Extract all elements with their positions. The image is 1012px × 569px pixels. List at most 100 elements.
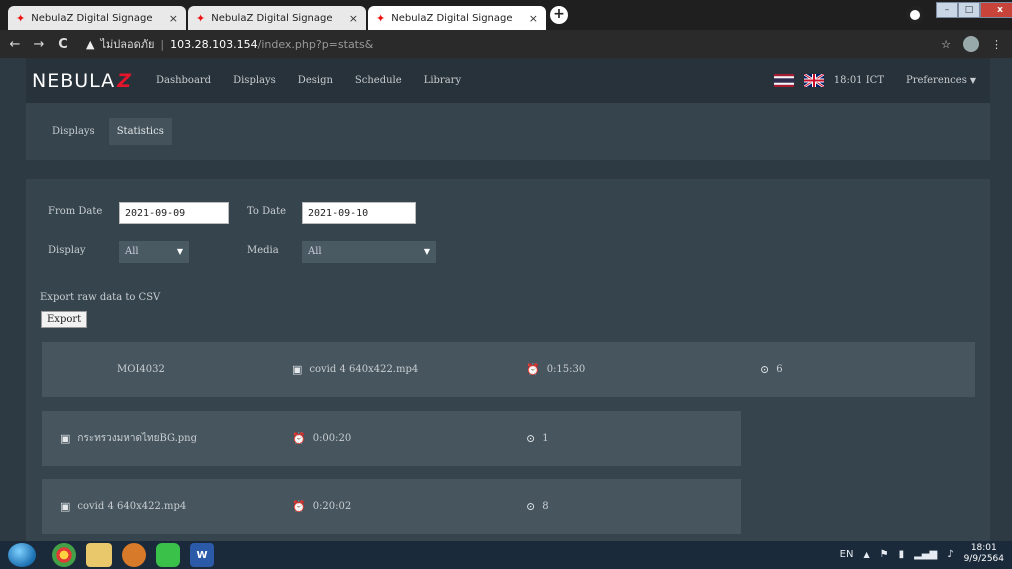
window-controls: – □ x [936,2,1012,18]
main-navbar: NEBULA Z Dashboard Displays Design Sched… [26,58,990,103]
subtab-displays[interactable]: Displays [44,118,103,145]
display-select-value: All [125,246,139,257]
address-bar: ← → C ▲ ไม่ปลอดภัย | 103.28.103.154 /ind… [0,30,1012,58]
main-menu: Dashboard Displays Design Schedule Libra… [156,75,461,86]
row-count: ⊙ 8 [526,479,549,534]
row-duration-value: 0:20:02 [312,501,352,512]
tab-close-icon[interactable]: × [529,12,538,25]
summary-duration-value: 0:15:30 [546,364,586,375]
preferences-label: Preferences [906,75,967,86]
tab-title: NebulaZ Digital Signage [211,12,333,24]
row-duration-value: 0:00:20 [312,433,352,444]
language-indicator[interactable]: EN [840,549,854,560]
app-viewport: NEBULA Z Dashboard Displays Design Sched… [0,58,1012,541]
thai-flag-icon[interactable] [773,74,794,87]
nebulaz-favicon-icon: ✦ [376,11,386,25]
row-count-value: 1 [542,433,549,444]
profile-icon[interactable] [906,6,924,24]
menu-library[interactable]: Library [424,75,461,86]
clock-date: 9/9/2564 [963,554,1004,564]
alarm-clock-icon: ⏰ [526,363,540,376]
close-window-button[interactable]: x [980,2,1012,18]
browser-tab-3[interactable]: ✦ NebulaZ Digital Signage × [368,6,546,30]
system-tray: EN ▲ ⚑ ▮ ▂▄▆ ♪ 18:01 9/9/2564 [840,543,1004,565]
signal-icon[interactable]: ▂▄▆ [914,549,937,560]
current-time: 18:01 ICT [833,75,884,86]
minimize-button[interactable]: – [936,2,958,18]
display-name: MOI4032 [117,364,165,375]
nebulaz-favicon-icon: ✦ [16,11,26,25]
navbar-right: 18:01 ICT Preferences ▼ [773,58,976,103]
uk-flag-icon[interactable] [803,74,824,87]
nebulaz-favicon-icon: ✦ [196,11,206,25]
extension-icon[interactable] [963,36,979,52]
media-row[interactable]: ▣ covid 4 640x422.mp4 ⏰ 0:20:02 ⊙ 8 [42,479,741,534]
tab-title: NebulaZ Digital Signage [391,12,513,24]
tab-close-icon[interactable]: × [169,12,178,25]
address-bar-actions: ☆ ⋮ [941,36,1002,52]
maximize-button[interactable]: □ [958,2,980,18]
row-duration: ⏰ 0:00:20 [292,411,351,466]
display-label: Display [48,245,86,256]
warning-icon[interactable]: ▲ [86,38,94,51]
chevron-down-icon: ▼ [176,247,183,256]
sub-navigation: Displays Statistics [26,103,990,160]
row-count-value: 8 [542,501,549,512]
file-explorer-taskbar-icon[interactable] [86,543,112,567]
forward-icon[interactable]: → [30,37,48,52]
browser-tab-2[interactable]: ✦ NebulaZ Digital Signage × [188,6,366,30]
app-container: NEBULA Z Dashboard Displays Design Sched… [26,58,990,541]
flag-icon[interactable]: ⚑ [880,549,889,560]
summary-count-value: 6 [776,364,783,375]
volume-icon[interactable]: ♪ [947,549,953,560]
export-label: Export raw data to CSV [40,292,161,303]
browser-menu-icon[interactable]: ⋮ [991,38,1002,51]
windows-taskbar: W EN ▲ ⚑ ▮ ▂▄▆ ♪ 18:01 9/9/2564 [0,541,1012,569]
media-row[interactable]: ▣ กระทรวงมหาดไทยBG.png ⏰ 0:00:20 ⊙ 1 [42,411,741,466]
show-hidden-icons-icon[interactable]: ▲ [863,550,869,559]
bookmark-star-icon[interactable]: ☆ [941,38,951,51]
reload-icon[interactable]: C [54,37,72,52]
to-date-input[interactable]: 2021-09-10 [302,202,416,224]
summary-count: ⊙ 6 [760,342,783,397]
menu-dashboard[interactable]: Dashboard [156,75,211,86]
subtab-statistics[interactable]: Statistics [108,118,172,145]
target-icon: ⊙ [760,363,770,376]
line-taskbar-icon[interactable] [156,543,180,567]
start-button[interactable] [8,543,36,567]
summary-duration: ⏰ 0:15:30 [526,342,585,397]
new-tab-button[interactable]: + [550,6,568,24]
row-count: ⊙ 1 [526,411,549,466]
export-button[interactable]: Export [41,311,88,328]
from-date-label: From Date [48,206,103,217]
row-media-name: covid 4 640x422.mp4 [77,501,187,512]
summary-media-name: covid 4 640x422.mp4 [309,364,419,375]
alarm-clock-icon: ⏰ [292,500,306,513]
summary-card[interactable]: MOI4032 ▣ covid 4 640x422.mp4 ⏰ 0:15:30 ⊙ 6 [42,342,975,397]
url-field[interactable]: ▲ ไม่ปลอดภัย | 103.28.103.154 /index.php… [86,35,373,53]
menu-schedule[interactable]: Schedule [355,75,402,86]
clock-time: 18:01 [970,543,997,553]
nebulaz-logo[interactable]: NEBULA Z [32,70,132,92]
tab-close-icon[interactable]: × [349,12,358,25]
display-select[interactable]: All ▼ [119,241,189,263]
media-label: Media [247,245,279,256]
preferences-dropdown[interactable]: Preferences ▼ [906,75,976,86]
menu-design[interactable]: Design [298,75,333,86]
row-duration: ⏰ 0:20:02 [292,479,351,534]
taskbar-clock[interactable]: 18:01 9/9/2564 [964,543,1004,565]
chrome-taskbar-icon[interactable] [52,543,76,567]
back-icon[interactable]: ← [6,37,24,52]
from-date-input[interactable]: 2021-09-09 [119,202,229,224]
browser-tab-1[interactable]: ✦ NebulaZ Digital Signage × [8,6,186,30]
image-icon: ▣ [60,432,71,445]
row-media-name: กระทรวงมหาดไทยBG.png [77,433,198,444]
app-taskbar-icon[interactable] [122,543,146,567]
to-date-label: To Date [247,206,287,217]
media-select[interactable]: All ▼ [302,241,436,263]
url-separator: | [160,37,165,51]
menu-displays[interactable]: Displays [233,75,276,86]
image-icon: ▣ [60,500,71,513]
word-taskbar-icon[interactable]: W [190,543,214,567]
network-icon[interactable]: ▮ [899,549,905,560]
